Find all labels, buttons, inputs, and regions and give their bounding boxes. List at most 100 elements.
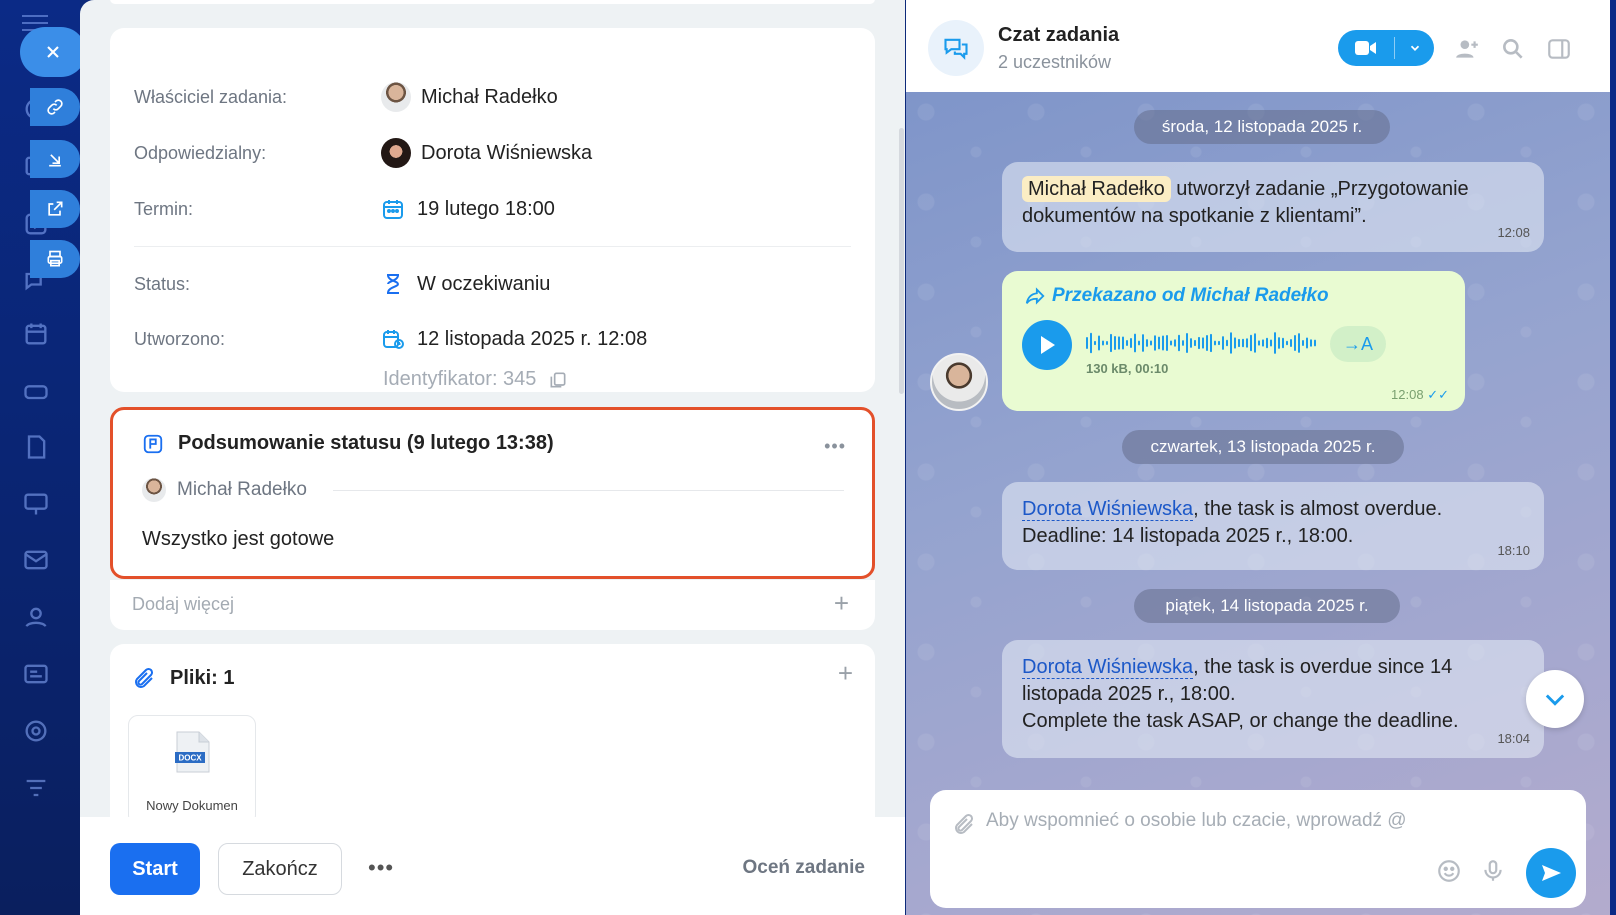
sidebar-item-crm-icon[interactable] bbox=[22, 660, 50, 688]
waveform-bar bbox=[1210, 333, 1212, 353]
more-actions-button[interactable]: ••• bbox=[368, 855, 394, 881]
play-button[interactable] bbox=[1022, 320, 1072, 370]
task-info-card: Właściciel zadania: Michał Radełko Odpow… bbox=[110, 28, 875, 392]
video-call-button[interactable] bbox=[1338, 30, 1434, 66]
system-message: Dorota Wiśniewska, the task is overdue s… bbox=[1002, 640, 1544, 758]
user-mention[interactable]: Michał Radełko bbox=[1022, 176, 1171, 202]
audio-waveform[interactable] bbox=[1086, 329, 1318, 357]
summary-author[interactable]: Michał Radełko bbox=[142, 478, 307, 502]
waveform-bar bbox=[1218, 340, 1220, 346]
waveform-bar bbox=[1186, 332, 1188, 354]
message-input[interactable]: Aby wspomnieć o osobie lub czacie, wprow… bbox=[986, 810, 1407, 832]
waveform-bar bbox=[1150, 340, 1152, 346]
forwarded-header[interactable]: Przekazano od Michał Radełko bbox=[1024, 285, 1329, 307]
status-label: Status: bbox=[134, 273, 191, 294]
chevron-down-icon bbox=[1545, 694, 1565, 706]
summary-more-button[interactable]: ••• bbox=[824, 436, 846, 457]
file-name[interactable]: Nowy Dokumen bbox=[129, 798, 255, 813]
created-value: 12 listopada 2025 r. 12:08 bbox=[381, 327, 647, 351]
identifier: Identyfikator: 345 bbox=[383, 368, 568, 391]
microphone-icon[interactable] bbox=[1480, 858, 1506, 884]
chat-title: Czat zadania bbox=[998, 24, 1120, 46]
sidebar-item-board-icon[interactable] bbox=[22, 490, 50, 518]
responsible-value[interactable]: Dorota Wiśniewska bbox=[381, 138, 592, 168]
message-text: listopada 2025 r., 18:00. bbox=[1022, 683, 1236, 705]
deadline-text[interactable]: 19 lutego 18:00 bbox=[417, 198, 555, 221]
sidebar-item-people-icon[interactable] bbox=[22, 603, 50, 631]
owner-value[interactable]: Michał Radełko bbox=[381, 82, 558, 112]
sidebar-item-filter-icon[interactable] bbox=[22, 774, 50, 802]
date-separator: środa, 12 listopada 2025 r. bbox=[1134, 110, 1390, 144]
hourglass-icon bbox=[381, 272, 405, 296]
copy-link-button[interactable] bbox=[30, 88, 80, 126]
waveform-bar bbox=[1198, 336, 1200, 350]
responsible-name[interactable]: Dorota Wiśniewska bbox=[421, 142, 592, 165]
message-composer[interactable]: Aby wspomnieć o osobie lub czacie, wprow… bbox=[930, 790, 1586, 908]
identifier-text: Identyfikator: 345 bbox=[383, 368, 537, 390]
waveform-bar bbox=[1170, 340, 1172, 346]
avatar bbox=[381, 82, 411, 112]
rate-task-button[interactable]: Oceń zadanie bbox=[743, 857, 866, 879]
summary-author-name[interactable]: Michał Radełko bbox=[177, 479, 307, 501]
send-button[interactable] bbox=[1526, 848, 1576, 898]
task-scrollbar[interactable] bbox=[899, 128, 904, 394]
window-edge bbox=[1610, 0, 1616, 915]
scroll-down-button[interactable] bbox=[1526, 670, 1584, 728]
system-message: Michał Radełko utworzył zadanie „Przygot… bbox=[1002, 162, 1544, 252]
sidebar-item-docs-icon[interactable] bbox=[22, 433, 50, 461]
chat-participants[interactable]: 2 uczestników bbox=[998, 52, 1111, 73]
sidebar-toggle-icon[interactable] bbox=[1546, 36, 1572, 62]
print-button[interactable] bbox=[30, 240, 80, 278]
waveform-bar bbox=[1146, 339, 1148, 347]
waveform-bar bbox=[1094, 340, 1096, 346]
sidebar-item-mail-icon[interactable] bbox=[22, 546, 50, 574]
chevron-down-icon[interactable] bbox=[1395, 41, 1434, 55]
message-time-text: 12:08 bbox=[1391, 387, 1424, 402]
sidebar-item-drive-icon[interactable] bbox=[22, 377, 50, 405]
send-icon bbox=[1542, 865, 1561, 881]
forwarded-label[interactable]: Przekazano od Michał Radełko bbox=[1052, 285, 1329, 307]
add-more-card[interactable]: Dodaj więcej + bbox=[110, 580, 875, 630]
minimize-button[interactable] bbox=[30, 140, 80, 178]
created-label: Utworzono: bbox=[134, 328, 226, 349]
avatar[interactable] bbox=[930, 353, 988, 411]
calendar-clock-icon bbox=[381, 327, 405, 351]
waveform-bar bbox=[1254, 333, 1256, 353]
waveform-bar bbox=[1250, 334, 1252, 352]
transcribe-button[interactable]: →A bbox=[1330, 326, 1386, 362]
sidebar-item-goals-icon[interactable] bbox=[22, 717, 50, 745]
chat-header: Czat zadania 2 uczestników bbox=[906, 0, 1610, 92]
message-time: 12:08 bbox=[1497, 225, 1530, 240]
finish-button[interactable]: Zakończ bbox=[218, 843, 342, 895]
add-file-button[interactable]: + bbox=[838, 658, 853, 689]
add-more-plus-button[interactable]: + bbox=[834, 588, 849, 619]
paperclip-icon[interactable] bbox=[952, 812, 976, 836]
message-text: , the task is almost overdue. bbox=[1193, 498, 1443, 520]
copy-icon[interactable] bbox=[548, 370, 568, 390]
waveform-bar bbox=[1178, 334, 1180, 352]
calendar-icon bbox=[381, 197, 405, 221]
waveform-bar bbox=[1262, 339, 1264, 347]
search-icon[interactable] bbox=[1500, 36, 1526, 62]
waveform-bar bbox=[1222, 336, 1224, 350]
owner-name[interactable]: Michał Radełko bbox=[421, 86, 558, 109]
emoji-icon[interactable] bbox=[1436, 858, 1462, 884]
message-text: Deadline: 14 listopada 2025 r., 18:00. bbox=[1022, 525, 1354, 547]
paperclip-icon bbox=[135, 667, 154, 688]
file-item[interactable]: DOCX Nowy Dokumen bbox=[128, 715, 256, 825]
add-user-icon[interactable] bbox=[1454, 36, 1480, 62]
deadline-value[interactable]: 19 lutego 18:00 bbox=[381, 197, 555, 221]
waveform-bar bbox=[1090, 332, 1092, 354]
user-mention[interactable]: Dorota Wiśniewska bbox=[1022, 498, 1194, 521]
message-text: dokumentów na spotkanie z klientami”. bbox=[1022, 205, 1367, 227]
add-more-label[interactable]: Dodaj więcej bbox=[132, 594, 234, 615]
date-separator: piątek, 14 listopada 2025 r. bbox=[1134, 589, 1400, 623]
sidebar-item-calendar-icon[interactable] bbox=[22, 320, 50, 348]
close-button[interactable] bbox=[20, 27, 86, 77]
waveform-bar bbox=[1278, 337, 1280, 349]
files-title: Pliki: 1 bbox=[132, 666, 234, 690]
start-button[interactable]: Start bbox=[110, 843, 200, 895]
status-summary-card: Podsumowanie statusu (9 lutego 13:38) ••… bbox=[110, 407, 875, 579]
open-new-window-button[interactable] bbox=[30, 190, 80, 228]
user-mention[interactable]: Dorota Wiśniewska bbox=[1022, 656, 1194, 679]
